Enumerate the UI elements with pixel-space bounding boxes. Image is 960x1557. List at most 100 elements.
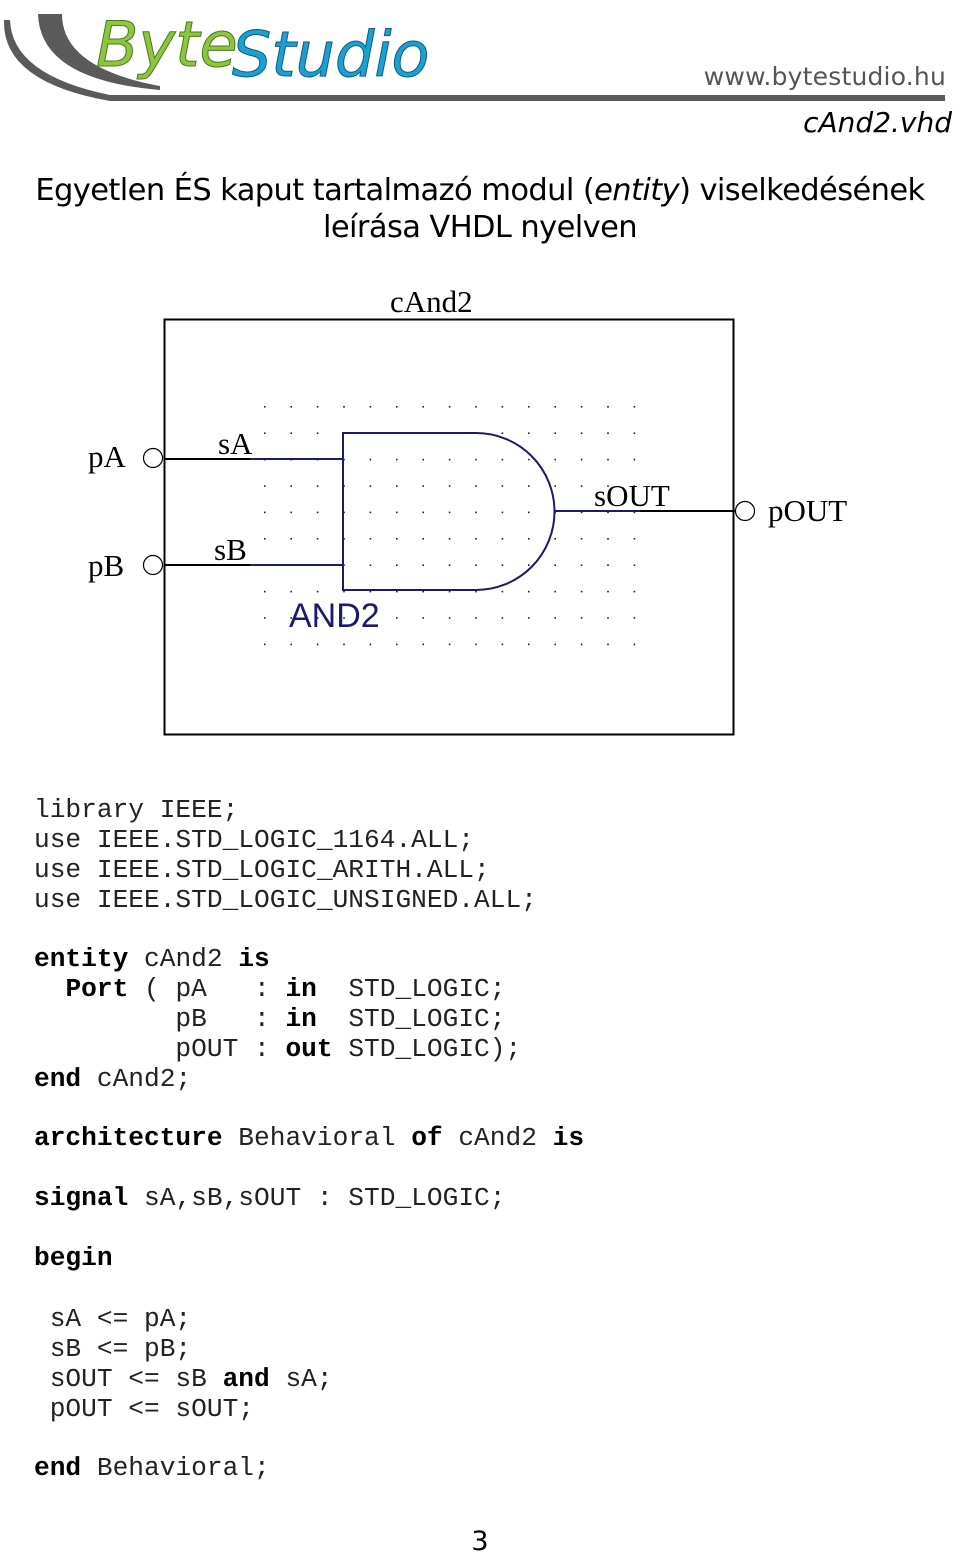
grid-dot xyxy=(554,432,556,434)
code-begin-line: begin xyxy=(34,1243,113,1273)
grid-dot xyxy=(422,511,424,514)
code-keyword: of xyxy=(411,1123,443,1153)
port-pOUT-label: pOUT xyxy=(768,493,847,528)
grid-dot xyxy=(396,564,398,566)
site-url[interactable]: www.bytestudio.hu xyxy=(704,62,946,91)
grid-dot xyxy=(528,590,530,593)
grid-dot xyxy=(448,564,451,566)
code-line: use IEEE.STD_LOGIC_1164.ALL; xyxy=(34,825,537,855)
code-text: sB <= pB; xyxy=(34,1334,192,1364)
port-pA-icon[interactable] xyxy=(142,447,164,469)
grid-dot xyxy=(607,432,609,434)
grid-dot xyxy=(316,643,319,646)
grid-dot xyxy=(448,511,451,514)
grid-dot xyxy=(501,458,504,461)
signal-sOUT-label: sOUT xyxy=(594,478,670,513)
grid-dot xyxy=(448,485,451,487)
grid-dot xyxy=(448,406,451,408)
grid-dot xyxy=(607,564,609,566)
port-pOUT-icon[interactable] xyxy=(734,500,756,522)
grid-dot xyxy=(316,511,319,514)
grid-dot xyxy=(501,538,504,540)
grid-dot xyxy=(607,617,609,619)
port-pB-icon[interactable] xyxy=(142,554,164,576)
grid-dot xyxy=(528,406,530,408)
code-line: sA <= pA; xyxy=(34,1304,333,1334)
code-body-block: sA <= pA; sB <= pB; sOUT <= sB and sA; p… xyxy=(34,1304,333,1424)
bytestudio-logo: Byte Studio xyxy=(3,8,946,101)
grid-dot xyxy=(501,643,504,646)
code-line: use IEEE.STD_LOGIC_ARITH.ALL; xyxy=(34,855,537,885)
grid-dot xyxy=(633,458,636,461)
grid-dot xyxy=(448,538,451,540)
title-line-1: Egyetlen ÉS kaput tartalmazó modul (enti… xyxy=(0,172,960,209)
grid-dot xyxy=(607,406,609,408)
grid-dot xyxy=(422,538,424,540)
grid-dot xyxy=(290,643,292,646)
code-text: STD_LOGIC; xyxy=(316,1004,506,1034)
code-line: sOUT <= sB and sA; xyxy=(34,1364,333,1394)
code-line: architecture Behavioral of cAnd2 is xyxy=(34,1123,584,1153)
code-text: Behavioral; xyxy=(81,1453,270,1483)
grid-dot xyxy=(369,538,372,540)
grid-dot xyxy=(448,643,451,646)
grid-dot xyxy=(554,458,556,461)
and-gate-icon[interactable] xyxy=(342,432,556,591)
code-signal-line: signal sA,sB,sOUT : STD_LOGIC; xyxy=(34,1183,505,1213)
grid-dot xyxy=(369,511,372,514)
grid-dot xyxy=(501,511,504,514)
code-entity-block: entity cAnd2 is Port ( pA : in STD_LOGIC… xyxy=(34,944,521,1094)
grid-dot xyxy=(369,643,372,646)
code-keyword: is xyxy=(552,1123,585,1153)
grid-dot xyxy=(316,485,319,487)
code-line: end Behavioral; xyxy=(34,1453,270,1483)
grid-dot xyxy=(448,617,451,619)
code-keyword: end xyxy=(34,1453,82,1483)
grid-dot xyxy=(316,538,319,540)
page-number: 3 xyxy=(471,1526,489,1557)
code-library-block: library IEEE; use IEEE.STD_LOGIC_1164.ALL… xyxy=(34,795,537,915)
code-text: use IEEE.STD_LOGIC_ARITH.ALL; xyxy=(34,855,490,885)
grid-dot xyxy=(264,485,266,487)
code-keyword: is xyxy=(238,944,270,974)
code-line: sB <= pB; xyxy=(34,1334,333,1364)
grid-dot xyxy=(554,406,556,408)
grid-dot xyxy=(580,406,583,408)
grid-dot xyxy=(264,406,266,408)
grid-dot xyxy=(396,406,398,408)
code-text: library IEEE; xyxy=(34,795,239,825)
grid-dot xyxy=(554,590,556,593)
grid-dot xyxy=(633,538,636,540)
code-keyword: in xyxy=(285,1004,317,1034)
grid-dot xyxy=(264,511,266,514)
code-text: sA,sB,sOUT : STD_LOGIC; xyxy=(128,1183,506,1213)
grid-dot xyxy=(396,538,398,540)
grid-dot xyxy=(501,590,504,593)
grid-dot xyxy=(264,617,266,619)
grid-dot xyxy=(290,485,292,487)
code-text: sOUT <= sB xyxy=(34,1364,223,1394)
grid-dot xyxy=(290,511,292,514)
code-line: pOUT : out STD_LOGIC); xyxy=(34,1034,521,1064)
grid-dot xyxy=(528,511,530,514)
grid-dot xyxy=(422,485,424,487)
grid-dot xyxy=(475,511,477,514)
code-line: Port ( pA : in STD_LOGIC; xyxy=(34,974,521,1004)
grid-dot xyxy=(580,538,583,540)
grid-dot xyxy=(580,643,583,646)
grid-dot xyxy=(290,406,292,408)
grid-dot xyxy=(554,617,556,619)
grid-dot xyxy=(448,590,451,593)
grid-dot xyxy=(422,406,424,408)
grid-dot xyxy=(580,590,583,593)
grid-dot xyxy=(501,617,504,619)
grid-dot xyxy=(448,458,451,461)
grid-dot xyxy=(475,617,477,619)
grid-dot xyxy=(633,564,636,566)
code-keyword: and xyxy=(222,1364,270,1394)
grid-dot xyxy=(633,617,636,619)
grid-dot xyxy=(264,643,266,646)
grid-dot xyxy=(501,432,504,434)
grid-dot xyxy=(607,590,609,593)
